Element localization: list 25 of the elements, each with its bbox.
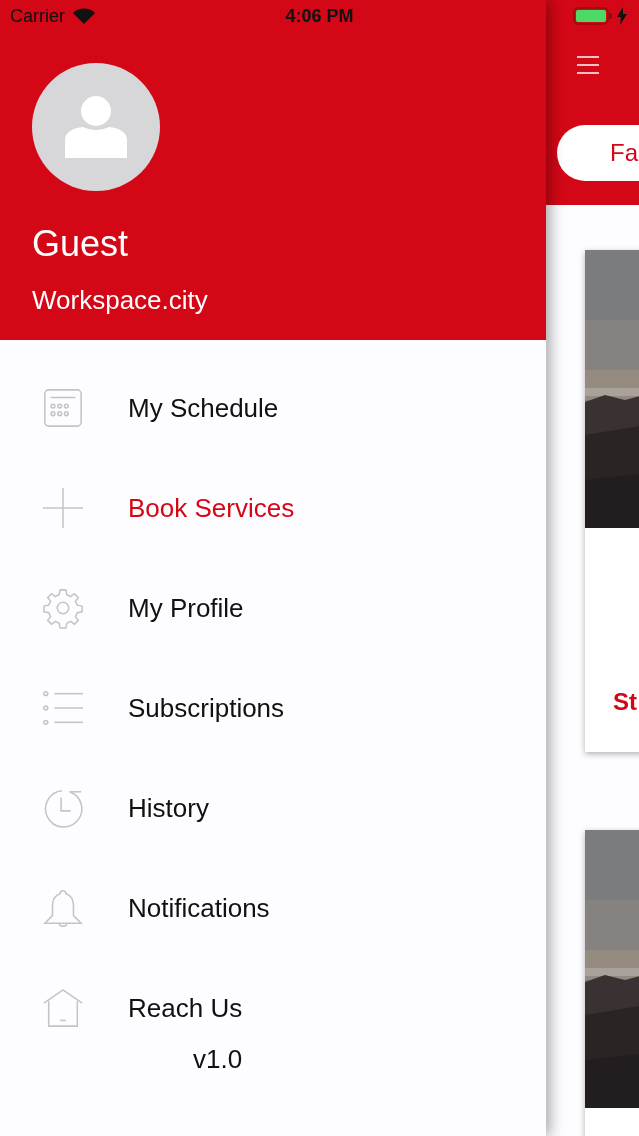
menu-item[interactable]: History — [0, 768, 546, 848]
clock-time: 4:06 PM — [285, 5, 354, 26]
settings-icon — [42, 587, 84, 629]
carrier-name: Carrier — [10, 5, 65, 27]
menu-item[interactable]: Notifications — [0, 868, 546, 948]
history-icon — [42, 787, 84, 829]
menu-item[interactable]: My Profile — [0, 568, 546, 648]
menu-icon[interactable] — [577, 56, 599, 74]
menu-item[interactable]: Subscriptions — [0, 668, 546, 748]
version-label: v1.0 — [193, 1046, 243, 1072]
filter-button[interactable]: Fa — [557, 125, 639, 181]
calendar-icon — [42, 387, 84, 429]
menu-item[interactable]: Book Services — [0, 468, 546, 548]
menu-item[interactable]: My Schedule — [0, 368, 546, 448]
user-name: Guest — [32, 223, 129, 265]
bell-icon — [42, 887, 84, 929]
card-title: St — [613, 688, 637, 716]
charging-icon — [617, 7, 627, 25]
house-icon — [42, 987, 84, 1029]
plus-icon — [42, 487, 84, 529]
menu-item[interactable]: Reach Us — [0, 968, 546, 1048]
workspace-name: Workspace.city — [32, 285, 208, 316]
battery-icon — [573, 7, 613, 25]
wifi-icon — [73, 8, 95, 24]
service-card[interactable]: St — [585, 250, 639, 752]
